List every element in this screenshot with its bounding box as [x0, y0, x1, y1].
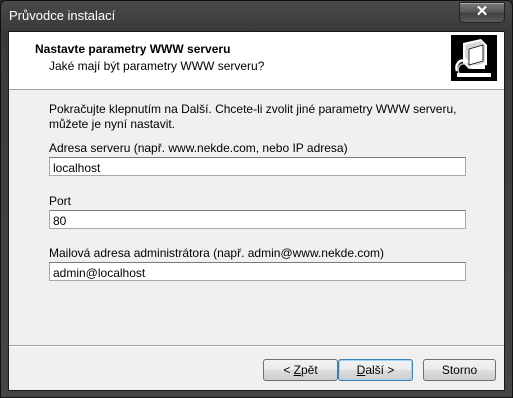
window-title: Průvodce instalací [9, 8, 116, 23]
back-button[interactable]: < Zpět [263, 359, 338, 381]
intro-text: Pokračujte klepnutím na Další. Chcete-li… [49, 102, 457, 131]
close-icon: ✕ [475, 3, 489, 20]
button-divider [9, 345, 504, 347]
back-button-mnemonic: Z [293, 363, 301, 377]
close-button[interactable]: ✕ [459, 2, 505, 23]
cancel-button[interactable]: Storno [423, 359, 496, 381]
server-wizard-icon [451, 35, 497, 81]
back-button-rest: pět [301, 363, 318, 377]
installer-window: Průvodce instalací ✕ Nastavte parametry … [0, 0, 513, 398]
admin-email-input[interactable] [49, 262, 466, 281]
port-input[interactable] [49, 210, 466, 229]
wizard-header: Nastavte parametry WWW serveru Jaké mají… [9, 32, 504, 90]
page-title: Nastavte parametry WWW serveru [35, 42, 231, 56]
server-address-input[interactable] [49, 157, 466, 176]
wizard-client-area: Nastavte parametry WWW serveru Jaké mají… [8, 31, 505, 391]
server-address-label: Adresa serveru (např. www.nekde.com, neb… [49, 141, 348, 155]
next-button-rest: alší > [365, 363, 395, 377]
next-button[interactable]: Další > [338, 359, 413, 381]
back-button-prefix: < [283, 363, 294, 377]
page-subtitle: Jaké mají být parametry WWW serveru? [49, 59, 265, 73]
admin-email-label: Mailová adresa administrátora (např. adm… [49, 246, 384, 260]
port-label: Port [49, 194, 72, 208]
title-bar[interactable]: Průvodce instalací ✕ [1, 1, 512, 31]
